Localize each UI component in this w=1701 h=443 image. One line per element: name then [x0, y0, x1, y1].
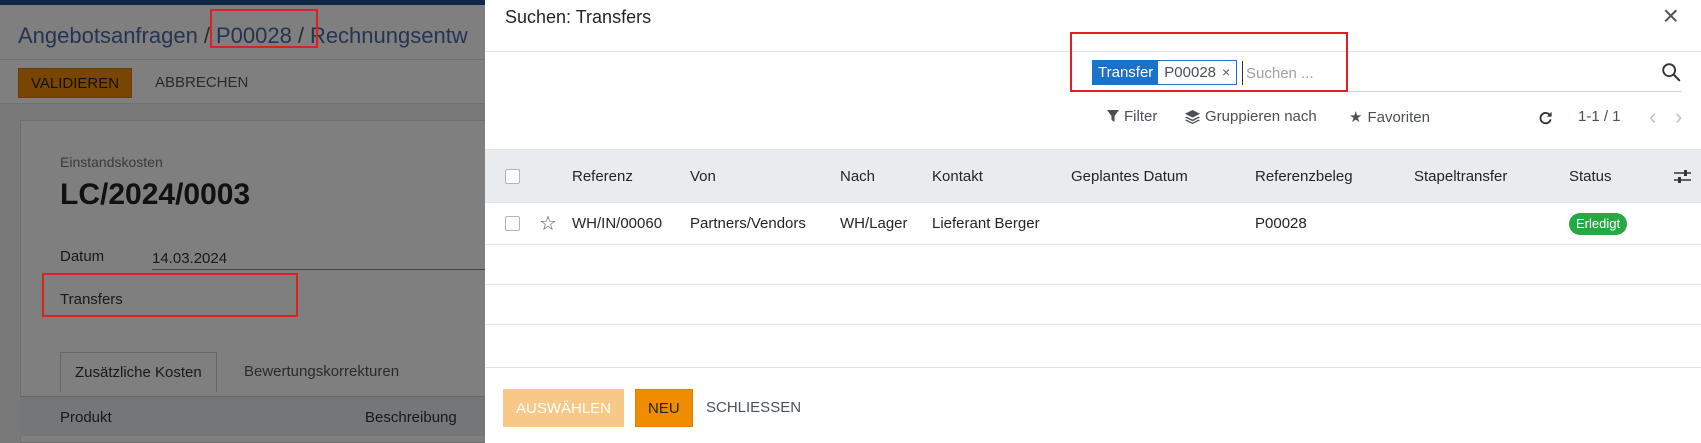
select-all-checkbox[interactable]: [505, 169, 520, 184]
group-by-label: Gruppieren nach: [1205, 108, 1317, 125]
optional-columns-icon[interactable]: [1674, 169, 1691, 184]
status-badge: Erledigt: [1569, 213, 1628, 235]
layers-icon: [1185, 109, 1200, 124]
cell-referenzbeleg: P00028: [1255, 215, 1307, 232]
list-header: Referenz Von Nach Kontakt Geplantes Datu…: [485, 149, 1701, 203]
column-header-status[interactable]: Status: [1569, 168, 1612, 185]
column-header-nach[interactable]: Nach: [840, 168, 875, 185]
group-by-dropdown[interactable]: Gruppieren nach: [1185, 108, 1317, 125]
close-button[interactable]: SCHLIESSEN: [694, 389, 813, 427]
favorites-dropdown[interactable]: ★ Favoriten: [1349, 108, 1430, 127]
table-row[interactable]: ☆ WH/IN/00060 Partners/Vendors WH/Lager …: [485, 203, 1701, 245]
cell-von: Partners/Vendors: [690, 215, 806, 232]
column-header-referenzbeleg[interactable]: Referenzbeleg: [1255, 168, 1353, 185]
close-icon[interactable]: ×: [1663, 2, 1679, 30]
star-outline-icon[interactable]: ☆: [539, 211, 557, 236]
pager-value[interactable]: 1-1 / 1: [1578, 108, 1621, 125]
search-icon[interactable]: [1660, 61, 1682, 83]
column-header-geplantes-datum[interactable]: Geplantes Datum: [1071, 168, 1188, 185]
pager-next-icon[interactable]: ›: [1675, 104, 1682, 130]
column-header-referenz[interactable]: Referenz: [572, 168, 633, 185]
new-button[interactable]: NEU: [635, 389, 693, 427]
empty-row: [485, 325, 1701, 365]
column-header-stapeltransfer[interactable]: Stapeltransfer: [1414, 168, 1507, 185]
pager-previous-icon[interactable]: ‹: [1649, 104, 1656, 130]
filter-icon: [1107, 110, 1119, 122]
cell-nach: WH/Lager: [840, 215, 908, 232]
dialog-footer: AUSWÄHLEN NEU SCHLIESSEN: [485, 367, 1701, 443]
favorites-label: Favoriten: [1367, 108, 1430, 126]
column-header-von[interactable]: Von: [690, 168, 716, 185]
row-checkbox[interactable]: [505, 216, 520, 231]
filter-label: Filter: [1124, 108, 1158, 125]
cell-referenz: WH/IN/00060: [572, 215, 663, 232]
annotation-box-search-facet: [1070, 32, 1348, 92]
star-icon: ★: [1349, 109, 1363, 126]
refresh-icon[interactable]: [1538, 110, 1553, 125]
column-header-kontakt[interactable]: Kontakt: [932, 168, 983, 185]
dialog-title: Suchen: Transfers: [505, 7, 652, 27]
filter-dropdown[interactable]: Filter: [1107, 108, 1157, 125]
annotation-box-po: [210, 9, 318, 48]
empty-row: [485, 285, 1701, 325]
annotation-box-transfers: [42, 273, 298, 317]
select-button[interactable]: AUSWÄHLEN: [503, 389, 625, 427]
cell-kontakt: Lieferant Berger: [932, 215, 1040, 232]
search-options-bar: Filter Gruppieren nach ★ Favoriten: [485, 108, 1701, 134]
empty-row: [485, 245, 1701, 285]
